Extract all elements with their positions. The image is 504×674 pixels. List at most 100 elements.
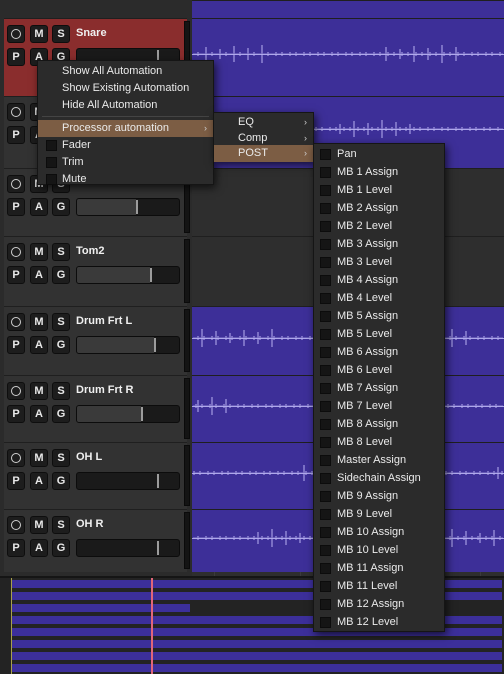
mute-button[interactable]: M <box>30 382 48 400</box>
group-button[interactable]: G <box>52 539 70 557</box>
post-menu-item[interactable]: MB 2 Assign <box>314 200 444 217</box>
solo-button[interactable]: S <box>52 25 70 43</box>
track-header[interactable]: M S P A G Tom2 <box>4 236 190 306</box>
checkbox[interactable] <box>320 221 331 232</box>
processor-menu-item[interactable]: POST › <box>214 145 313 162</box>
automation-button[interactable]: A <box>30 472 48 490</box>
post-menu-item[interactable]: MB 9 Assign <box>314 488 444 505</box>
fader-knob[interactable] <box>156 474 159 488</box>
record-arm-button[interactable] <box>7 449 25 467</box>
group-button[interactable]: G <box>52 198 70 216</box>
record-arm-button[interactable] <box>7 103 25 121</box>
post-menu-item[interactable]: MB 4 Assign <box>314 272 444 289</box>
solo-button[interactable]: S <box>52 313 70 331</box>
track-name[interactable]: Snare <box>76 27 107 39</box>
track-name[interactable]: OH R <box>76 518 104 530</box>
context-menu-item[interactable]: Fader <box>38 137 213 154</box>
checkbox[interactable] <box>320 275 331 286</box>
post-menu-item[interactable]: Pan <box>314 146 444 163</box>
checkbox[interactable] <box>320 365 331 376</box>
record-arm-button[interactable] <box>7 382 25 400</box>
checkbox[interactable] <box>320 545 331 556</box>
checkbox[interactable] <box>320 203 331 214</box>
post-menu-item[interactable]: MB 1 Level <box>314 182 444 199</box>
track-header[interactable]: M S P A G OH L <box>4 442 190 509</box>
playlist-button[interactable]: P <box>7 48 25 66</box>
checkbox[interactable] <box>320 509 331 520</box>
track-name[interactable]: Drum Frt R <box>76 384 133 396</box>
checkbox[interactable] <box>320 293 331 304</box>
fader-knob[interactable] <box>141 407 144 421</box>
post-menu-item[interactable]: MB 4 Level <box>314 290 444 307</box>
post-menu-item[interactable]: MB 3 Level <box>314 254 444 271</box>
checkbox[interactable] <box>320 329 331 340</box>
mute-button[interactable]: M <box>30 516 48 534</box>
post-menu-item[interactable]: Master Assign <box>314 452 444 469</box>
post-menu-item[interactable]: MB 3 Assign <box>314 236 444 253</box>
post-menu-item[interactable]: MB 5 Assign <box>314 308 444 325</box>
mute-button[interactable]: M <box>30 25 48 43</box>
post-menu-item[interactable]: MB 11 Assign <box>314 560 444 577</box>
volume-fader[interactable] <box>76 539 180 557</box>
track-header[interactable]: M S P A G Drum Frt L <box>4 306 190 375</box>
mute-button[interactable]: M <box>30 449 48 467</box>
checkbox[interactable] <box>320 149 331 160</box>
group-button[interactable]: G <box>52 405 70 423</box>
post-menu-item[interactable]: MB 8 Level <box>314 434 444 451</box>
volume-fader[interactable] <box>76 336 180 354</box>
record-arm-button[interactable] <box>7 175 25 193</box>
checkbox[interactable] <box>320 527 331 538</box>
playlist-button[interactable]: P <box>7 336 25 354</box>
track-lane[interactable] <box>192 18 504 96</box>
post-menu-item[interactable]: MB 9 Level <box>314 506 444 523</box>
track-header[interactable]: M S P A G OH R <box>4 509 190 572</box>
context-menu-item[interactable]: Processor automation › <box>38 120 213 137</box>
record-arm-button[interactable] <box>7 243 25 261</box>
post-menu-item[interactable]: MB 12 Level <box>314 614 444 631</box>
context-menu-item[interactable]: Show All Automation <box>38 63 213 80</box>
post-menu-item[interactable]: MB 7 Assign <box>314 380 444 397</box>
playlist-button[interactable]: P <box>7 198 25 216</box>
playhead[interactable] <box>151 578 153 674</box>
fader-knob[interactable] <box>136 200 139 214</box>
automation-button[interactable]: A <box>30 198 48 216</box>
checkbox[interactable] <box>320 437 331 448</box>
checkbox[interactable] <box>320 617 331 628</box>
playlist-button[interactable]: P <box>7 266 25 284</box>
checkbox[interactable] <box>320 401 331 412</box>
group-button[interactable]: G <box>52 266 70 284</box>
post-menu-item[interactable]: MB 11 Level <box>314 578 444 595</box>
mute-button[interactable]: M <box>30 313 48 331</box>
checkbox[interactable] <box>46 140 57 151</box>
fader-knob[interactable] <box>150 268 153 282</box>
solo-button[interactable]: S <box>52 449 70 467</box>
automation-button[interactable]: A <box>30 405 48 423</box>
group-button[interactable]: G <box>52 336 70 354</box>
track-name[interactable]: Drum Frt L <box>76 315 132 327</box>
post-menu-item[interactable]: MB 6 Level <box>314 362 444 379</box>
post-menu-item[interactable]: MB 2 Level <box>314 218 444 235</box>
solo-button[interactable]: S <box>52 382 70 400</box>
playlist-button[interactable]: P <box>7 126 25 144</box>
automation-button[interactable]: A <box>30 336 48 354</box>
track-name[interactable]: OH L <box>76 451 102 463</box>
post-menu-item[interactable]: MB 6 Assign <box>314 344 444 361</box>
solo-button[interactable]: S <box>52 516 70 534</box>
record-arm-button[interactable] <box>7 313 25 331</box>
playlist-button[interactable]: P <box>7 539 25 557</box>
checkbox[interactable] <box>320 599 331 610</box>
mute-button[interactable]: M <box>30 243 48 261</box>
checkbox[interactable] <box>320 383 331 394</box>
volume-fader[interactable] <box>76 472 180 490</box>
volume-fader[interactable] <box>76 198 180 216</box>
volume-fader[interactable] <box>76 405 180 423</box>
checkbox[interactable] <box>320 347 331 358</box>
automation-button[interactable]: A <box>30 266 48 284</box>
checkbox[interactable] <box>320 185 331 196</box>
context-menu-item[interactable]: Show Existing Automation <box>38 80 213 97</box>
post-menu-item[interactable]: Sidechain Assign <box>314 470 444 487</box>
processor-menu-item[interactable]: Comp › <box>214 130 313 147</box>
post-menu-item[interactable]: MB 5 Level <box>314 326 444 343</box>
post-menu-item[interactable]: MB 10 Assign <box>314 524 444 541</box>
post-menu-item[interactable]: MB 8 Assign <box>314 416 444 433</box>
